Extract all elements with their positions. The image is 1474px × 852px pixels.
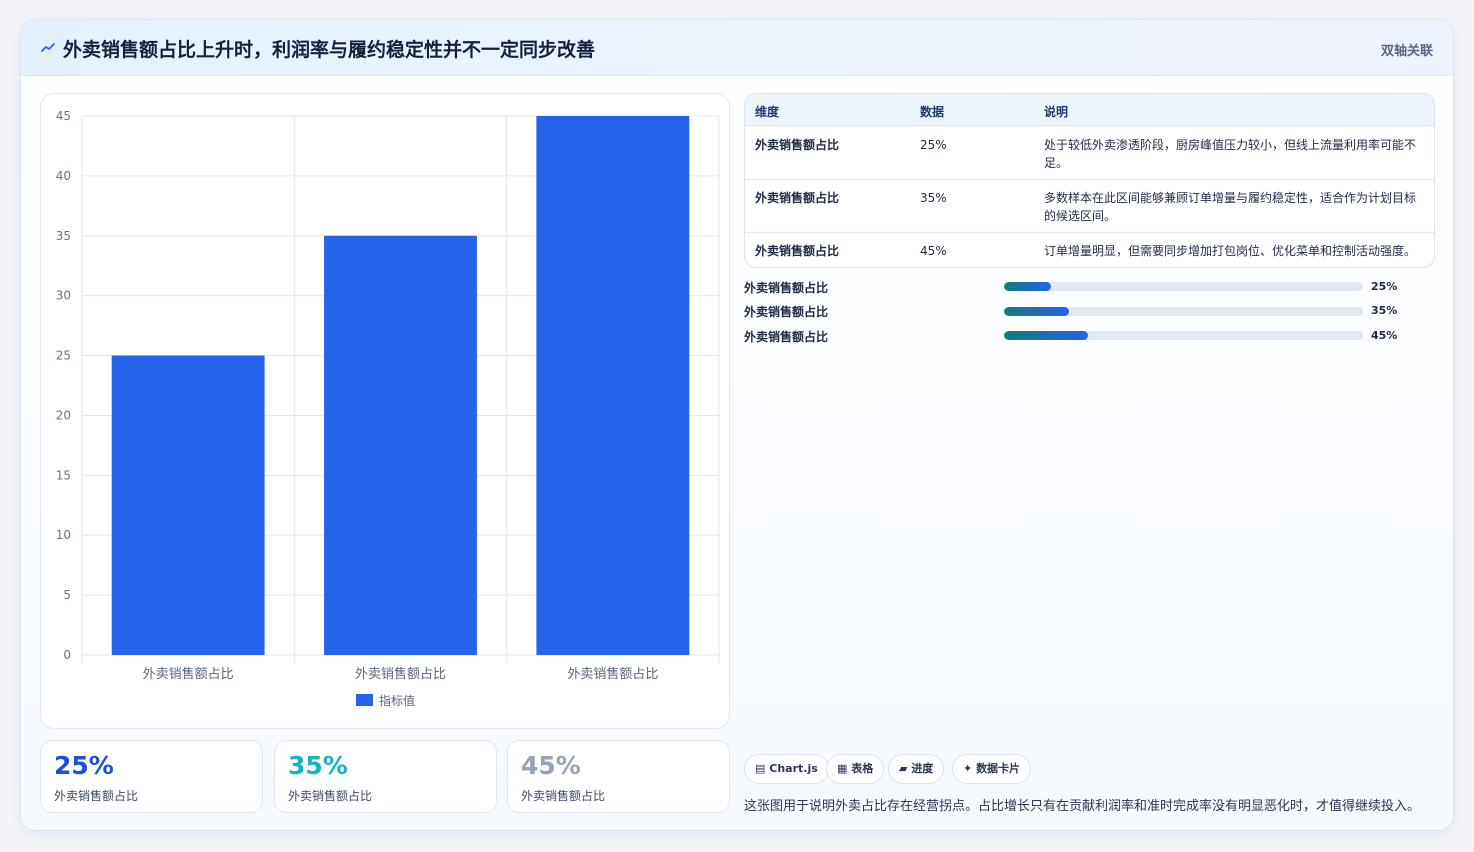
progress-label: 外卖销售额占比 — [744, 305, 829, 319]
progress-value: 25% — [1371, 280, 1398, 293]
bar-chart: 0 5 10 15 20 25 30 35 40 45 外卖销售额占比 外卖销售额占比 外卖销售额占比指… — [56, 109, 720, 708]
progress-label: 外卖销售额占比 — [744, 281, 829, 295]
chip-label: 进度 — [911, 762, 934, 775]
stat-card-3: 45% 外卖销售额占比 — [507, 740, 730, 813]
bar — [324, 235, 477, 655]
column-header-note: 说明 — [1044, 105, 1069, 119]
chip-data-card[interactable]: ✦ 数据卡片 — [952, 754, 1032, 784]
y-tick-label: 10 — [56, 528, 71, 542]
dashboard-card: 外卖销售额占比上升时，利润率与履约稳定性并不一定同步改善 双轴关联 0 5 10 15… — [20, 19, 1454, 831]
header-tag: 双轴关联 — [1380, 44, 1433, 59]
page-title: 外卖销售额占比上升时，利润率与履约稳定性并不一定同步改善 — [63, 39, 596, 61]
y-tick-label: 40 — [56, 169, 71, 183]
cell-value: 45% — [920, 244, 947, 258]
chart-icon: ▤ — [755, 762, 766, 775]
y-tick-label: 45 — [56, 109, 71, 123]
column-header-dimension: 维度 — [755, 105, 780, 119]
legend-label: 指标值 — [379, 693, 415, 708]
trend-line-icon — [41, 43, 55, 52]
y-tick-label: 15 — [56, 468, 71, 482]
progress-value: 35% — [1371, 304, 1398, 317]
chip-chartjs[interactable]: ▤ Chart.js — [744, 754, 829, 784]
progress-track — [1004, 331, 1363, 340]
x-tick-label: 外卖销售额占比 — [143, 666, 234, 682]
chip-progress[interactable]: ▰ 进度 — [888, 754, 945, 784]
progress-fill — [1004, 307, 1069, 316]
cell-dimension: 外卖销售额占比 — [755, 244, 840, 258]
progress-track — [1004, 282, 1363, 291]
y-tick-label: 5 — [63, 588, 71, 602]
cell-note: 多数样本在此区间能够兼顾订单增量与履约稳定性，适合作为计划目标的候选区间。 — [1044, 191, 1417, 223]
table-row: 外卖销售额占比 35% 多数样本在此区间能够兼顾订单增量与履约稳定性，适合作为计… — [745, 180, 1434, 233]
stat-label: 外卖销售额占比 — [521, 789, 606, 803]
bar — [536, 116, 690, 655]
cell-note: 处于较低外卖渗透阶段，厨房峰值压力较小，但线上流量利用率可能不足。 — [1044, 138, 1417, 170]
chip-label: 数据卡片 — [976, 762, 1021, 775]
chip-table[interactable]: ▦ 表格 — [826, 754, 885, 784]
x-tick-label: 外卖销售额占比 — [567, 666, 658, 682]
progress-icon: ▰ — [899, 762, 908, 775]
x-tick-label: 外卖销售额占比 — [355, 666, 446, 682]
data-table: 维度 数据 说明 外卖销售额占比 25% 处于较低外卖渗透阶段，厨房峰值压力较小… — [744, 93, 1435, 268]
stat-value: 25% — [54, 751, 114, 780]
stat-label: 外卖销售额占比 — [54, 789, 139, 803]
cell-value: 25% — [920, 138, 947, 152]
y-tick-label: 35 — [56, 229, 71, 243]
y-tick-label: 30 — [56, 289, 71, 303]
chip-label: Chart.js — [769, 762, 818, 775]
bar — [111, 355, 265, 655]
progress-value: 45% — [1371, 329, 1398, 342]
stat-value: 45% — [521, 751, 581, 780]
cell-value: 35% — [920, 191, 947, 205]
table-header: 维度 数据 说明 — [745, 94, 1434, 126]
cell-note: 订单增量明显，但需要同步增加打包岗位、优化菜单和控制活动强度。 — [1044, 244, 1417, 258]
y-tick-label: 25 — [56, 349, 71, 363]
cell-dimension: 外卖销售额占比 — [755, 191, 840, 205]
table-row: 外卖销售额占比 45% 订单增量明显，但需要同步增加打包岗位、优化菜单和控制活动… — [745, 233, 1434, 267]
progress-track — [1004, 307, 1363, 316]
cell-dimension: 外卖销售额占比 — [755, 138, 840, 152]
bar-chart-panel: 0 5 10 15 20 25 30 35 40 45 外卖销售额占比 外卖销售额占比 外卖销售额占比指… — [40, 93, 730, 729]
progress-fill — [1004, 331, 1089, 340]
legend-swatch — [356, 694, 373, 706]
table-icon: ▦ — [837, 762, 848, 775]
y-tick-label: 0 — [63, 648, 71, 662]
header-bar: 外卖销售额占比上升时，利润率与履约稳定性并不一定同步改善 双轴关联 — [21, 20, 1453, 76]
y-tick-label: 20 — [56, 408, 71, 422]
footnote: 这张图用于说明外卖占比存在经营拐点。占比增长只有在贡献利润率和准时完成率没有明显… — [744, 799, 1421, 814]
column-header-value: 数据 — [920, 105, 945, 119]
stat-value: 35% — [288, 751, 348, 780]
stat-card-1: 25% 外卖销售额占比 — [40, 740, 263, 813]
stat-card-2: 35% 外卖销售额占比 — [274, 740, 497, 813]
sparkle-icon: ✦ — [963, 762, 973, 775]
table-row: 外卖销售额占比 25% 处于较低外卖渗透阶段，厨房峰值压力较小，但线上流量利用率… — [745, 127, 1434, 180]
stat-label: 外卖销售额占比 — [288, 789, 373, 803]
chip-label: 表格 — [851, 762, 874, 775]
progress-fill — [1004, 282, 1051, 291]
progress-label: 外卖销售额占比 — [744, 330, 829, 344]
